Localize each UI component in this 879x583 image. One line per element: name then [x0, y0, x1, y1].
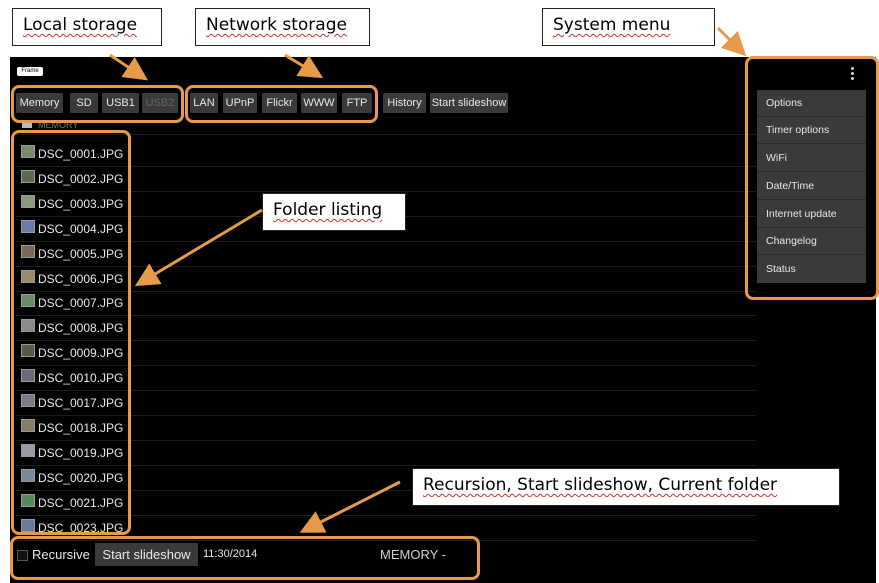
arrow-system-menu	[716, 26, 747, 57]
arrow-local-storage	[109, 53, 148, 81]
arrow-folder-listing	[134, 208, 263, 287]
arrow-network-storage	[284, 53, 324, 79]
annotation-arrows	[109, 26, 747, 533]
arrow-recursion	[299, 480, 401, 533]
